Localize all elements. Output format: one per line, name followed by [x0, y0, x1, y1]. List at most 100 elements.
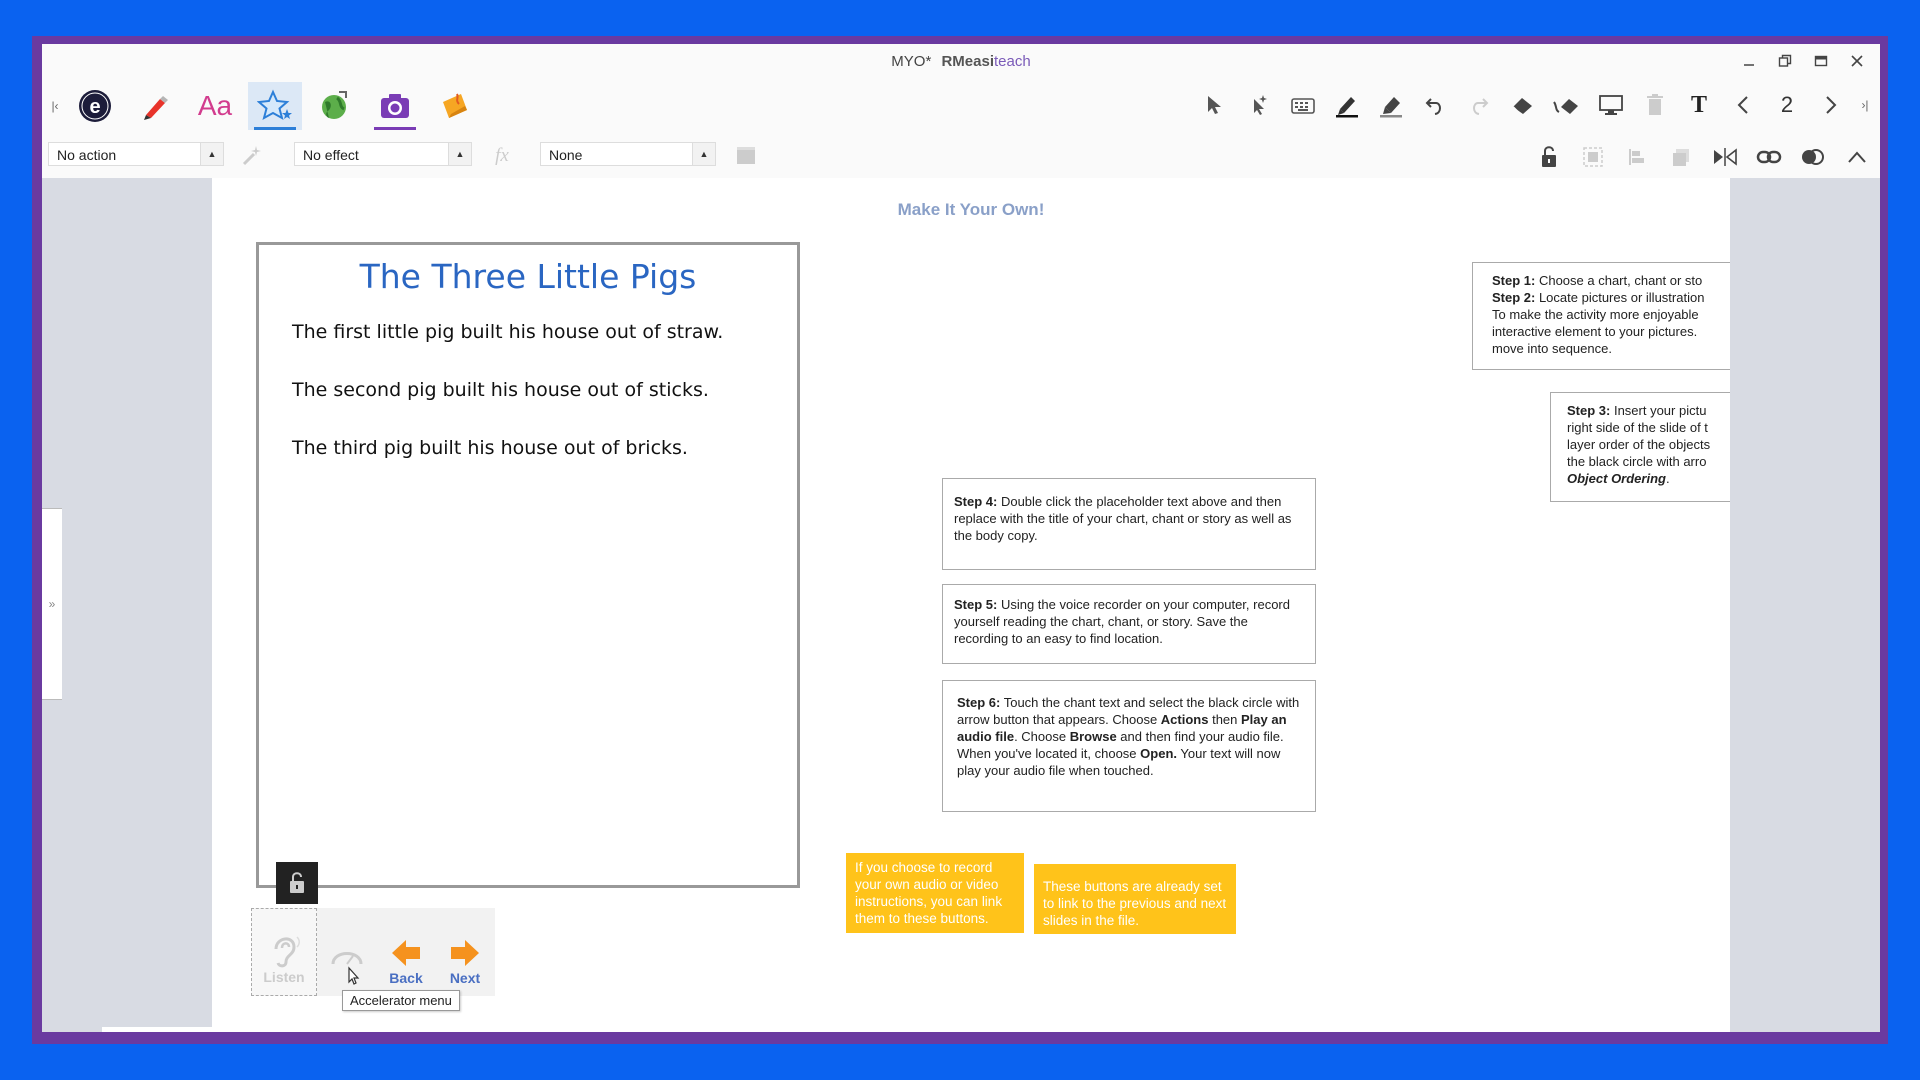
- step-4-text: Double click the placeholder text above …: [954, 494, 1292, 543]
- properties-bar: No action ▲ No effect ▲ fx None ▲: [42, 134, 1880, 178]
- collapse-left-icon[interactable]: |‹: [48, 82, 62, 130]
- effect-dropdown-value: No effect: [303, 147, 359, 163]
- action-dropdown-value: No action: [57, 147, 117, 163]
- collapse-right-icon[interactable]: ›|: [1858, 88, 1872, 122]
- step-3-line-3: layer order of the objects: [1567, 437, 1711, 452]
- link-icon[interactable]: [1752, 140, 1786, 174]
- maximize-icon[interactable]: [1810, 50, 1832, 72]
- redo-icon[interactable]: [1462, 88, 1496, 122]
- magic-wand-icon[interactable]: [238, 142, 266, 170]
- story-heading[interactable]: The Three Little Pigs: [259, 257, 797, 296]
- listen-label: Listen: [263, 969, 305, 985]
- star-tool-icon[interactable]: [248, 82, 302, 130]
- lock-button[interactable]: [276, 862, 318, 904]
- chevron-up-icon[interactable]: ▲: [448, 143, 471, 165]
- step-3-box[interactable]: Step 3: Insert your pictu right side of …: [1550, 392, 1730, 502]
- pen-icon[interactable]: [1330, 88, 1364, 122]
- flip-icon[interactable]: [1708, 140, 1742, 174]
- chevron-up-icon[interactable]: ▲: [692, 143, 715, 165]
- camera-tool-icon[interactable]: [368, 82, 422, 130]
- trash-icon[interactable]: [1638, 88, 1672, 122]
- easiteach-logo-icon[interactable]: e: [68, 82, 122, 130]
- select-arrow-icon[interactable]: [1198, 88, 1232, 122]
- story-box[interactable]: The Three Little Pigs The first little p…: [256, 242, 800, 888]
- highlighter-icon[interactable]: [1374, 88, 1408, 122]
- back-button[interactable]: Back: [377, 908, 435, 996]
- step-2-line: Step 2: Locate pictures or illustration: [1492, 289, 1730, 306]
- third-dropdown[interactable]: None ▲: [540, 142, 716, 166]
- story-line-1[interactable]: The first little pig built his house out…: [292, 321, 723, 343]
- window-controls: [1738, 50, 1868, 72]
- accelerator-button[interactable]: [317, 908, 377, 996]
- step-6-text-e: . Choose: [1014, 729, 1070, 744]
- step-1-line: Step 1: Choose a chart, chant or sto: [1492, 272, 1730, 289]
- step-6-actions: Actions: [1160, 712, 1209, 727]
- step-6-open: Open.: [1140, 746, 1177, 761]
- magic-select-icon[interactable]: [1242, 88, 1276, 122]
- window-title: MYO* RMeasiteach: [42, 53, 1880, 70]
- horizontal-scrollbar[interactable]: [102, 1027, 514, 1032]
- step-2-label: Step 2:: [1492, 290, 1536, 305]
- step-3-line-2: right side of the slide of t: [1567, 420, 1708, 435]
- previous-page-icon[interactable]: [1726, 88, 1760, 122]
- right-side-strip: [1730, 178, 1880, 1032]
- action-dropdown[interactable]: No action ▲: [48, 142, 224, 166]
- eraser-stroke-icon[interactable]: [1550, 88, 1584, 122]
- slide-title: Make It Your Own!: [897, 200, 1045, 219]
- brand-rm: RM: [941, 53, 965, 70]
- main-toolbar: |‹ e Aa T 2 ›|: [42, 78, 1880, 134]
- next-label: Next: [449, 970, 481, 986]
- text-bold-icon[interactable]: T: [1682, 88, 1716, 122]
- next-page-icon[interactable]: [1814, 88, 1848, 122]
- step-2-text: Locate pictures or illustration: [1535, 290, 1705, 305]
- fx-icon[interactable]: fx: [488, 142, 516, 170]
- lock-icon[interactable]: [1532, 140, 1566, 174]
- close-icon[interactable]: [1846, 50, 1868, 72]
- callout-record[interactable]: If you choose to record your own audio o…: [846, 853, 1024, 933]
- toolbar-left: |‹ e Aa: [48, 82, 482, 130]
- chevron-up-icon[interactable]: ▲: [200, 143, 223, 165]
- ear-icon: [274, 936, 300, 968]
- align-icon[interactable]: [1620, 140, 1654, 174]
- undo-icon[interactable]: [1418, 88, 1452, 122]
- text-tool-icon[interactable]: Aa: [188, 82, 242, 130]
- layer-icon[interactable]: [1664, 140, 1698, 174]
- step-3-text: Insert your pictu: [1610, 403, 1707, 418]
- effect-dropdown[interactable]: No effect ▲: [294, 142, 472, 166]
- step-3-label: Step 3:: [1567, 403, 1611, 418]
- story-line-3[interactable]: The third pig built his house out of bri…: [292, 437, 688, 459]
- film-icon[interactable]: [732, 142, 760, 170]
- listen-button[interactable]: Listen: [251, 908, 317, 996]
- restore-icon[interactable]: [1774, 50, 1796, 72]
- step-2-line-4: interactive element to your pictures.: [1492, 324, 1698, 339]
- step-4-box[interactable]: Step 4: Double click the placeholder tex…: [942, 478, 1316, 570]
- step-5-box[interactable]: Step 5: Using the voice recorder on your…: [942, 584, 1316, 664]
- callout-buttons[interactable]: These buttons are already set to link to…: [1034, 864, 1236, 934]
- star-tool-underline: [254, 127, 296, 130]
- group-icon[interactable]: [1576, 140, 1610, 174]
- chevron-up-icon[interactable]: [1840, 140, 1874, 174]
- step-6-box[interactable]: Step 6: Touch the chant text and select …: [942, 680, 1316, 812]
- transparency-icon[interactable]: [1796, 140, 1830, 174]
- next-button[interactable]: Next: [435, 908, 495, 996]
- screen-icon[interactable]: [1594, 88, 1628, 122]
- story-line-2[interactable]: The second pig built his house out of st…: [292, 379, 709, 401]
- keyboard-icon[interactable]: [1286, 88, 1320, 122]
- accelerator-tooltip: Accelerator menu: [342, 990, 460, 1011]
- object-ordering-text: Object Ordering: [1567, 471, 1666, 486]
- pen-tool-icon[interactable]: [128, 82, 182, 130]
- side-panel-toggle[interactable]: »: [42, 508, 62, 700]
- app-window: MYO* RMeasiteach |‹ e Aa T 2 ›| No actio…: [42, 44, 1880, 1032]
- eraser-icon[interactable]: [1506, 88, 1540, 122]
- minimize-icon[interactable]: [1738, 50, 1760, 72]
- step-3-line: Step 3: Insert your pictu: [1567, 402, 1730, 419]
- step-3-line-5: Object Ordering.: [1567, 471, 1670, 486]
- step-3-line-4: the black circle with arro: [1567, 454, 1707, 469]
- step-5-label: Step 5:: [954, 597, 998, 612]
- page-number: 2: [1780, 92, 1794, 117]
- step-4-label: Step 4:: [954, 494, 998, 509]
- step-2-line-3: To make the activity more enjoyable: [1492, 307, 1699, 322]
- step-1-2-box[interactable]: Step 1: Choose a chart, chant or sto Ste…: [1472, 262, 1730, 370]
- globe-tool-icon[interactable]: [308, 82, 362, 130]
- sticky-tool-icon[interactable]: [428, 82, 482, 130]
